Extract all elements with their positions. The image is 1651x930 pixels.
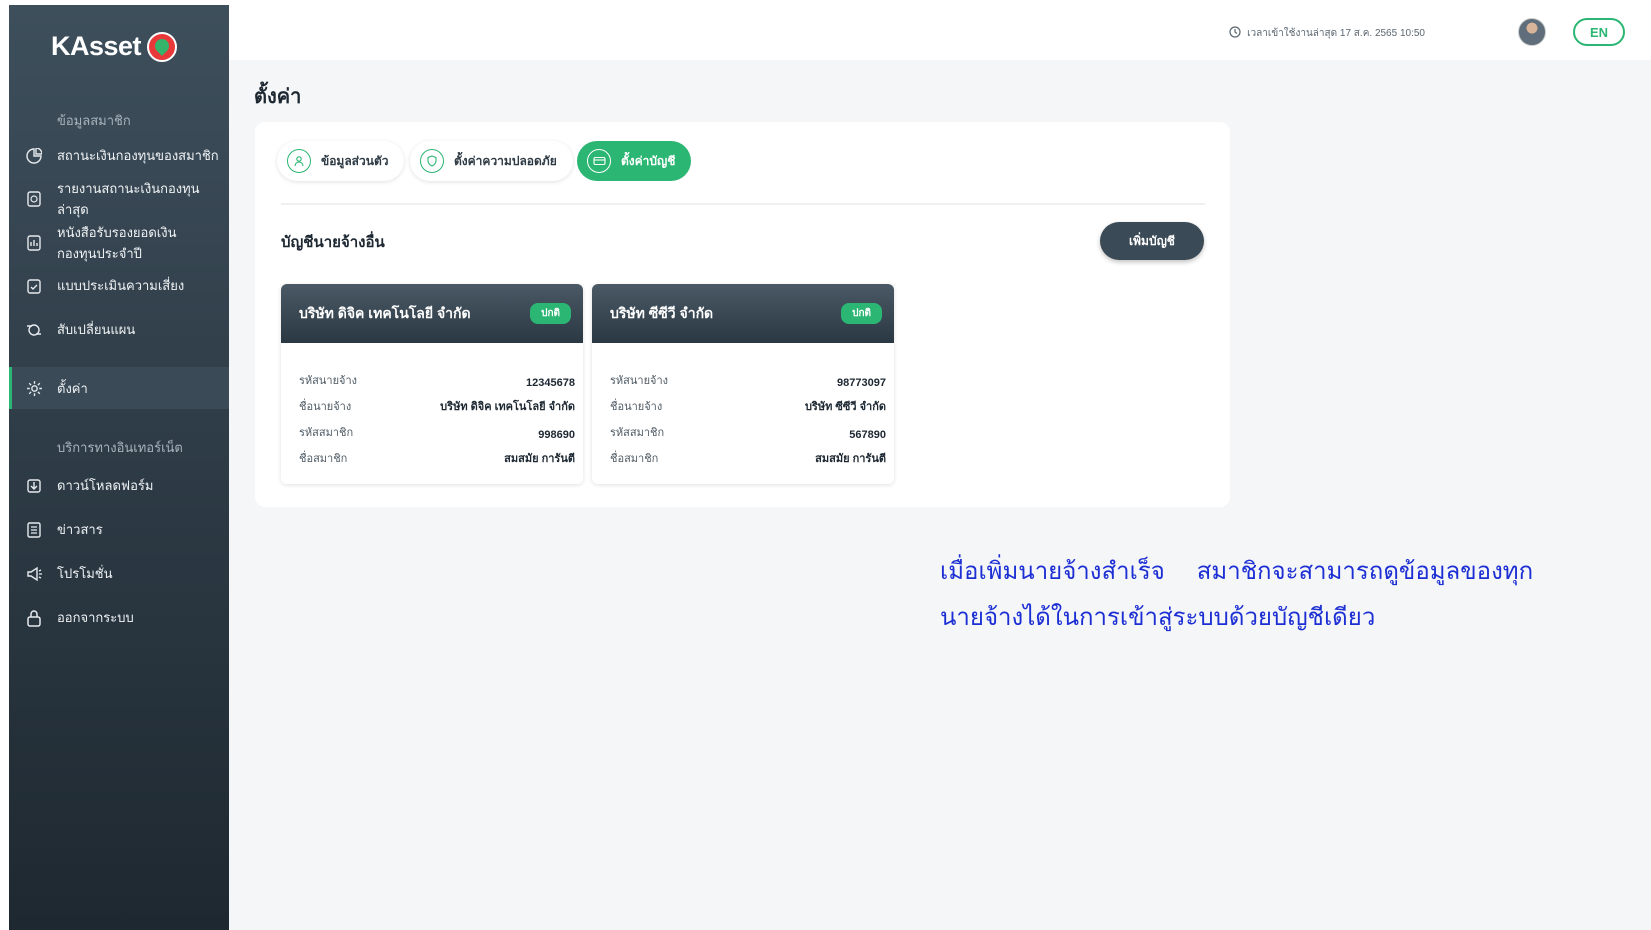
sidebar-item-label: ตั้งค่า [57, 380, 88, 396]
card-row-key: ชื่อนายจ้าง [610, 401, 663, 413]
card-row-value: 12345678 [526, 377, 575, 389]
employer-card-title: บริษัท ดิจิค เทคโนโลยี จำกัด [299, 304, 471, 321]
card-row: รหัสสมาชิก 998690 [299, 415, 575, 441]
sidebar-item-label: สถานะเงินกองทุนของสมาชิก [57, 148, 219, 163]
sidebar-item-promotion[interactable]: โปรโมชั่น [9, 563, 229, 584]
sidebar-item-annual-certificate[interactable]: หนังสือรับรองยอดเงินกองทุนประจำปี [9, 222, 209, 264]
status-badge: ปกติ [530, 303, 571, 324]
card-row: ชื่อสมาชิก สมสมัย การันตี [299, 441, 575, 467]
gear-icon [25, 379, 43, 397]
avatar[interactable] [1518, 18, 1546, 46]
other-employer-accounts-heading: บัญชีนายจ้างอื่น [281, 234, 385, 251]
annotation-note: เมื่อเพิ่มนายจ้างสำเร็จ สมาชิกจะสามารถดูข… [940, 548, 1560, 640]
sidebar-item-label: ข่าวสาร [57, 522, 103, 537]
annotation-text: เมื่อเพิ่มนายจ้างสำเร็จ [940, 557, 1165, 585]
sidebar-item-download-forms[interactable]: ดาวน์โหลดฟอร์ม [9, 475, 229, 496]
top-bar [229, 0, 1651, 60]
employer-card[interactable]: บริษัท ดิจิค เทคโนโลยี จำกัด ปกติ รหัสนา… [281, 284, 583, 484]
card-row: รหัสนายจ้าง 12345678 [299, 363, 575, 389]
clock-icon [1229, 26, 1241, 41]
sidebar-item-latest-report[interactable]: รายงานสถานะเงินกองทุนล่าสุด [9, 178, 209, 220]
sidebar-item-switch-plan[interactable]: สับเปลี่ยนแผน [9, 319, 229, 340]
card-row: รหัสนายจ้าง 98773097 [610, 363, 886, 389]
page-title: ตั้งค่า [254, 86, 302, 108]
kasset-logo[interactable]: KAsset [51, 31, 178, 62]
logo-mark-icon [147, 31, 178, 62]
card-row-value: 98773097 [837, 377, 886, 389]
card-row-value: บริษัท ดิจิค เทคโนโลยี จำกัด [440, 401, 575, 413]
card-row: รหัสสมาชิก 567890 [610, 415, 886, 441]
lock-icon [25, 609, 43, 627]
sidebar-item-logout[interactable]: ออกจากระบบ [9, 607, 229, 628]
download-icon [25, 477, 43, 495]
sidebar-item-label: รายงานสถานะเงินกองทุนล่าสุด [57, 181, 200, 217]
sidebar-item-label: สับเปลี่ยนแผน [57, 322, 136, 337]
pie-chart-icon [25, 147, 43, 165]
sidebar: KAsset ข้อมูลสมาชิก สถานะเงินกองทุนของสม… [9, 5, 229, 930]
shield-icon [420, 149, 444, 173]
sidebar-item-label: หนังสือรับรองยอดเงินกองทุนประจำปี [57, 225, 177, 261]
sidebar-item-news[interactable]: ข่าวสาร [9, 519, 229, 540]
card-row: ชื่อนายจ้าง บริษัท ดิจิค เทคโนโลยี จำกัด [299, 389, 575, 415]
card-row-key: รหัสสมาชิก [610, 427, 665, 439]
annotation-text: สมาชิกจะสามารถดูข้อมูลของทุก [1196, 557, 1534, 585]
employer-card[interactable]: บริษัท ซีซีวี จำกัด ปกติ รหัสนายจ้าง 9877… [592, 284, 894, 484]
last-login: เวลาเข้าใช้งานล่าสุด 17 ส.ค. 2565 10:50 [1229, 26, 1425, 41]
sidebar-item-fund-status[interactable]: สถานะเงินกองทุนของสมาชิก [9, 145, 229, 166]
sidebar-section-member: ข้อมูลสมาชิก [57, 113, 131, 128]
card-row-key: ชื่อสมาชิก [299, 453, 348, 465]
sidebar-item-label: โปรโมชั่น [57, 566, 113, 581]
employer-card-title: บริษัท ซีซีวี จำกัด [610, 304, 714, 321]
employer-card-body: รหัสนายจ้าง 98773097 ชื่อนายจ้าง บริษัท ซี… [592, 343, 894, 467]
card-row-value: สมสมัย การันตี [504, 453, 575, 465]
settings-panel: ข้อมูลส่วนตัว ตั้งค่าความปลอดภัย ตั้งค่า… [255, 122, 1230, 507]
card-row-value: 567890 [849, 429, 886, 441]
tab-personal-info[interactable]: ข้อมูลส่วนตัว [277, 141, 405, 181]
sidebar-item-risk-assessment[interactable]: แบบประเมินความเสี่ยง [9, 275, 229, 296]
sidebar-item-label: ดาวน์โหลดฟอร์ม [57, 478, 154, 493]
card-row-key: ชื่อสมาชิก [610, 453, 659, 465]
card-row-key: รหัสสมาชิก [299, 427, 354, 439]
user-icon [287, 149, 311, 173]
tab-divider [281, 203, 1205, 205]
certificate-icon [25, 234, 43, 252]
status-badge: ปกติ [841, 303, 882, 324]
logo-text: KAsset [51, 31, 142, 61]
tab-account-settings[interactable]: ตั้งค่าบัญชี [577, 141, 692, 181]
annotation-line-2: นายจ้างได้ในการเข้าสู่ระบบด้วยบัญชีเดียว [940, 603, 1376, 631]
news-icon [25, 521, 43, 539]
card-row: ชื่อนายจ้าง บริษัท ซีซีวี จำกัด [610, 389, 886, 415]
clipboard-icon [25, 277, 43, 295]
card-row-key: รหัสนายจ้าง [610, 375, 669, 387]
last-login-text: เวลาเข้าใช้งานล่าสุด 17 ส.ค. 2565 10:50 [1247, 28, 1425, 39]
employer-card-header: บริษัท ดิจิค เทคโนโลยี จำกัด ปกติ [281, 284, 583, 343]
megaphone-icon [25, 565, 43, 583]
employer-card-header: บริษัท ซีซีวี จำกัด ปกติ [592, 284, 894, 343]
sidebar-item-label: แบบประเมินความเสี่ยง [57, 278, 185, 293]
card-row-key: ชื่อนายจ้าง [299, 401, 352, 413]
tab-label: ตั้งค่าบัญชี [621, 153, 676, 168]
sidebar-section-online: บริการทางอินเทอร์เน็ต [57, 440, 183, 455]
card-row-key: รหัสนายจ้าง [299, 375, 358, 387]
card-row-value: 998690 [538, 429, 575, 441]
card-icon [587, 149, 611, 173]
report-icon [25, 190, 43, 208]
tab-security-settings[interactable]: ตั้งค่าความปลอดภัย [410, 141, 573, 181]
add-account-button[interactable]: เพิ่มบัญชี [1100, 222, 1204, 260]
card-row-value: บริษัท ซีซีวี จำกัด [804, 401, 886, 413]
annotation-line-1: เมื่อเพิ่มนายจ้างสำเร็จ สมาชิกจะสามารถดูข… [940, 548, 1560, 594]
tab-label: ตั้งค่าความปลอดภัย [454, 153, 557, 168]
sidebar-item-settings[interactable]: ตั้งค่า [9, 367, 229, 409]
tab-label: ข้อมูลส่วนตัว [321, 153, 389, 168]
card-row-value: สมสมัย การันตี [815, 453, 886, 465]
language-toggle-button[interactable]: EN [1573, 18, 1625, 46]
employer-card-body: รหัสนายจ้าง 12345678 ชื่อนายจ้าง บริษัท ดิ… [281, 343, 583, 467]
card-row: ชื่อสมาชิก สมสมัย การันตี [610, 441, 886, 467]
sidebar-item-label: ออกจากระบบ [57, 610, 134, 625]
switch-plan-icon [25, 321, 43, 339]
